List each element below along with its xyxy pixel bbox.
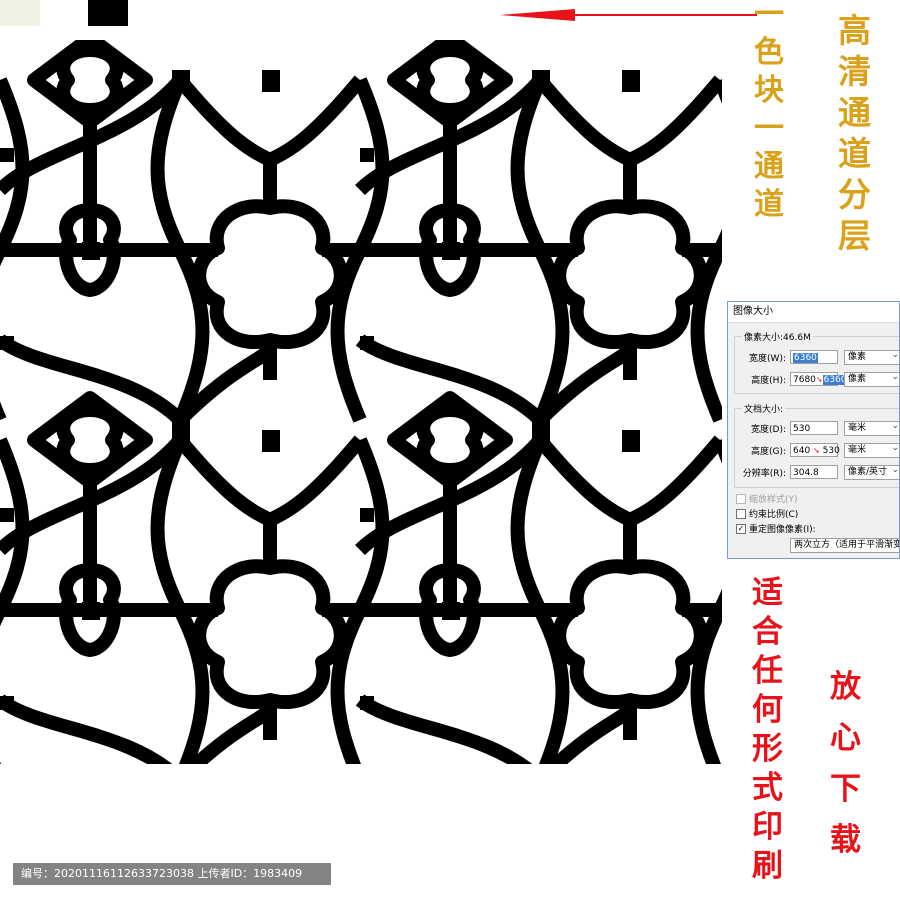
- checkbox-box: [736, 493, 746, 504]
- checkmark-icon: ✓: [736, 523, 746, 534]
- image-size-dialog: 图像大小 像素大小:46.6M 宽度(W): 6360 像素 高度(H): 76…: [727, 301, 900, 559]
- constrain-proportions-label: 约束比例(C): [749, 510, 799, 520]
- pixel-dimensions-label: 像素大小:46.6M: [742, 330, 813, 343]
- doc-width-label: 宽度(D):: [751, 424, 786, 435]
- heading-char: 形: [752, 731, 783, 767]
- heading-char: 块: [754, 73, 784, 108]
- heading-suitable-for-printing: 适 合 任 何 形 式 印 刷: [752, 578, 783, 890]
- red-arrow-icon: ➘: [815, 375, 823, 384]
- heading-char: 下: [830, 771, 861, 807]
- heading-char: 一: [754, 111, 784, 146]
- heading-char: 分: [838, 175, 871, 214]
- heading-char: 载: [830, 822, 861, 858]
- heading-char: 通: [754, 149, 784, 184]
- doc-height-old-value: 640: [793, 446, 811, 456]
- doc-height-label: 高度(G):: [750, 446, 786, 457]
- red-arrow-icon: ➘: [813, 446, 820, 455]
- doc-width-input[interactable]: 530: [790, 421, 838, 435]
- resolution-input[interactable]: 304.8: [790, 465, 838, 479]
- doc-height-row: 高度(G): 640 ➘ 530 毫米: [738, 442, 899, 458]
- heading-char: 式: [752, 770, 783, 806]
- red-arrow-icon: [500, 9, 757, 21]
- image-id-bar: 编号：20201116112633723038 上传者ID：1983409: [13, 863, 331, 885]
- heading-char: 道: [838, 134, 871, 173]
- resolution-unit-select[interactable]: 像素/英寸: [844, 464, 899, 480]
- doc-width-row: 宽度(D): 530 毫米: [738, 420, 899, 436]
- resolution-row: 分辨率(R): 304.8 像素/英寸: [738, 464, 899, 480]
- scale-styles-label: 缩放样式(Y): [749, 495, 798, 505]
- heading-char: 放: [830, 669, 861, 705]
- heading-char: 高: [838, 11, 871, 50]
- doc-height-input[interactable]: 640 ➘ 530: [790, 443, 840, 457]
- heading-download-safely: 放 心 下 载: [830, 672, 861, 876]
- heading-char: 印: [752, 809, 783, 845]
- resample-checkbox[interactable]: ✓ 重定图像像素(I):: [736, 522, 816, 535]
- doc-height-unit-select[interactable]: 毫米: [844, 442, 899, 458]
- heading-char: 适: [752, 575, 783, 611]
- doc-width-unit-select[interactable]: 毫米: [844, 420, 899, 436]
- checkbox-box: [736, 508, 746, 519]
- pixel-height-input[interactable]: 7680➘6360: [790, 372, 848, 386]
- heading-char: 一: [754, 0, 784, 32]
- heading-char: 何: [752, 692, 783, 728]
- pixel-width-unit-select[interactable]: 像素: [844, 349, 899, 365]
- color-swatch-green: [0, 0, 40, 26]
- pixel-height-label: 高度(H):: [751, 375, 786, 386]
- lattice-pattern: [0, 40, 722, 764]
- pixel-height-row: 高度(H): 7680➘6360 像素: [738, 371, 899, 387]
- doc-height-new-value: 530: [822, 446, 840, 456]
- dialog-title[interactable]: 图像大小: [728, 302, 899, 323]
- resample-label: 重定图像像素(I):: [749, 525, 816, 535]
- document-size-label: 文档大小:: [742, 402, 786, 415]
- heading-char: 合: [752, 614, 783, 650]
- pixel-height-old-value: 7680: [793, 375, 816, 385]
- heading-one-color-one-channel: 一 色 块 一 通 道: [754, 0, 784, 228]
- heading-char: 任: [752, 653, 783, 689]
- pixel-width-row: 宽度(W): 6360 像素: [738, 349, 899, 365]
- color-swatch-black: [88, 0, 128, 26]
- heading-char: 色: [754, 35, 784, 70]
- heading-char: 层: [838, 216, 871, 255]
- constrain-proportions-checkbox[interactable]: 约束比例(C): [736, 507, 798, 520]
- heading-char: 道: [754, 187, 784, 222]
- heading-char: 心: [830, 720, 861, 756]
- resolution-label: 分辨率(R):: [742, 468, 786, 479]
- heading-char: 通: [838, 93, 871, 132]
- heading-char: 清: [838, 52, 871, 91]
- pixel-width-input[interactable]: 6360: [790, 350, 838, 364]
- resample-method-select[interactable]: 两次立方（适用于平滑渐变: [790, 538, 899, 553]
- pixel-height-unit-select[interactable]: 像素: [844, 371, 899, 387]
- heading-hd-channel-layers: 高 清 通 道 分 层: [838, 14, 871, 260]
- pixel-width-label: 宽度(W):: [749, 353, 786, 364]
- scale-styles-checkbox[interactable]: 缩放样式(Y): [736, 492, 798, 505]
- heading-char: 刷: [752, 848, 783, 884]
- pixel-width-value: 6360: [793, 353, 818, 363]
